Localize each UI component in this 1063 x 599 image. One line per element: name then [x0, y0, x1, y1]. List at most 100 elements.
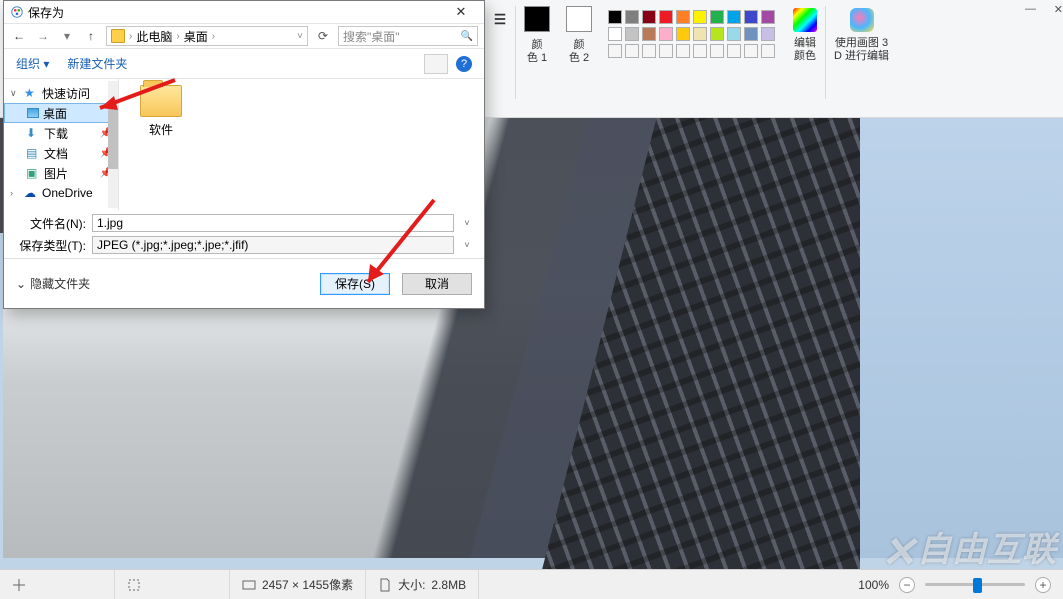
- file-item-folder[interactable]: 软件: [125, 85, 197, 138]
- tree-onedrive[interactable]: › ☁ OneDrive: [4, 183, 118, 203]
- color-swatch[interactable]: [642, 44, 656, 58]
- view-mode-button[interactable]: [424, 54, 448, 74]
- pc-icon: [111, 29, 125, 43]
- paint-app-window: — ✕ 颜 色 1 颜 色 2 编辑 颜色 使用画图 3 D 进行编辑 颜色: [0, 0, 1063, 599]
- zoom-slider[interactable]: [925, 583, 1025, 586]
- color-swatch[interactable]: [608, 10, 622, 24]
- color-swatch[interactable]: [744, 10, 758, 24]
- color-swatch[interactable]: [642, 10, 656, 24]
- nav-recent-button[interactable]: ▾: [58, 27, 76, 45]
- color-swatch[interactable]: [710, 44, 724, 58]
- chevron-down-icon: ⌄: [16, 277, 26, 291]
- zoom-in-button[interactable]: +: [1035, 577, 1051, 593]
- close-icon[interactable]: ✕: [1054, 3, 1063, 16]
- address-bar: ← → ▾ ↑ › 此电脑 › 桌面 › ˅ ⟳ 搜索"桌面" 🔍: [4, 23, 484, 49]
- color-swatch[interactable]: [693, 44, 707, 58]
- scrollbar-thumb[interactable]: [108, 109, 118, 169]
- color-swatch[interactable]: [761, 44, 775, 58]
- tree-pictures[interactable]: ▣ 图片 📌: [4, 163, 118, 183]
- save-button[interactable]: 保存(S): [320, 273, 390, 295]
- tree-documents[interactable]: ▤ 文档 📌: [4, 143, 118, 163]
- color-swatch[interactable]: [761, 27, 775, 41]
- zoom-out-button[interactable]: −: [899, 577, 915, 593]
- color-1-selector[interactable]: 颜 色 1: [516, 0, 558, 117]
- filename-dropdown-icon[interactable]: ˅: [460, 218, 474, 228]
- onedrive-icon: ☁: [24, 186, 38, 200]
- color-swatch[interactable]: [625, 10, 639, 24]
- zoom-thumb[interactable]: [973, 578, 982, 593]
- dialog-close-button[interactable]: ✕: [444, 1, 478, 23]
- minimize-icon[interactable]: —: [1025, 3, 1036, 15]
- star-icon: ★: [24, 86, 38, 100]
- crumb-desktop[interactable]: 桌面: [184, 28, 208, 45]
- color-swatch[interactable]: [761, 10, 775, 24]
- color-swatch[interactable]: [727, 27, 741, 41]
- dialog-body: ∨ ★ 快速访问 桌面 ⬇ 下载 📌 ▤ 文档 📌: [4, 79, 484, 210]
- color-swatch[interactable]: [710, 27, 724, 41]
- breadcrumb[interactable]: › 此电脑 › 桌面 › ˅: [106, 26, 308, 46]
- nav-tree: ∨ ★ 快速访问 桌面 ⬇ 下载 📌 ▤ 文档 📌: [4, 79, 119, 210]
- folder-icon: [140, 85, 182, 117]
- organize-menu[interactable]: 组织 ▾: [16, 55, 49, 72]
- color-swatch[interactable]: [727, 44, 741, 58]
- help-icon[interactable]: ?: [456, 56, 472, 72]
- filename-input[interactable]: [92, 214, 454, 232]
- filetype-select[interactable]: [92, 236, 454, 254]
- tree-label: 图片: [44, 165, 68, 182]
- search-icon: 🔍: [461, 31, 473, 42]
- color-swatch[interactable]: [693, 27, 707, 41]
- color-swatch[interactable]: [608, 27, 622, 41]
- crumb-sep-icon: ›: [176, 31, 179, 42]
- dialog-title: 保存为: [28, 4, 64, 21]
- color-swatch[interactable]: [625, 44, 639, 58]
- color-grid[interactable]: [608, 10, 777, 60]
- color-swatch[interactable]: [727, 10, 741, 24]
- crumb-sep-icon: ›: [212, 31, 215, 42]
- color-swatch[interactable]: [710, 10, 724, 24]
- file-name-label: 软件: [149, 121, 173, 138]
- color-swatch[interactable]: [676, 10, 690, 24]
- tree-downloads[interactable]: ⬇ 下载 📌: [4, 123, 118, 143]
- color-swatch[interactable]: [625, 27, 639, 41]
- crumb-pc[interactable]: 此电脑: [136, 28, 172, 45]
- color-swatch[interactable]: [659, 10, 673, 24]
- file-list[interactable]: 软件: [119, 79, 484, 210]
- color-2-selector[interactable]: 颜 色 2: [558, 0, 600, 117]
- refresh-button[interactable]: ⟳: [314, 29, 332, 43]
- color-swatch[interactable]: [659, 44, 673, 58]
- filetype-label: 保存类型(T):: [14, 237, 86, 254]
- color-swatch[interactable]: [608, 44, 622, 58]
- nav-forward-button[interactable]: →: [34, 27, 52, 45]
- color-swatch[interactable]: [659, 27, 673, 41]
- nav-up-button[interactable]: ↑: [82, 27, 100, 45]
- color-2-swatch: [566, 6, 592, 32]
- status-bar: 2457 × 1455像素 大小: 2.8MB 100% − +: [0, 569, 1063, 599]
- edit-colors-button[interactable]: 编辑 颜色: [785, 0, 825, 117]
- lines-icon: [493, 12, 507, 26]
- search-placeholder: 搜索"桌面": [343, 28, 400, 45]
- document-icon: ▤: [26, 146, 40, 160]
- dialog-titlebar[interactable]: 保存为 ✕: [4, 1, 484, 23]
- tree-quick-access[interactable]: ∨ ★ 快速访问: [4, 83, 118, 103]
- crumb-dropdown-icon[interactable]: ˅: [297, 31, 303, 42]
- search-input[interactable]: 搜索"桌面" 🔍: [338, 26, 478, 46]
- tree-desktop[interactable]: 桌面: [4, 103, 118, 123]
- app-window-controls: — ✕: [1019, 0, 1063, 18]
- nav-back-button[interactable]: ←: [10, 27, 28, 45]
- hide-folders-toggle[interactable]: ⌄ 隐藏文件夹: [16, 275, 90, 292]
- color-swatch[interactable]: [744, 27, 758, 41]
- new-folder-button[interactable]: 新建文件夹: [67, 55, 127, 72]
- color-swatch[interactable]: [642, 27, 656, 41]
- color-swatch[interactable]: [676, 27, 690, 41]
- color-swatch[interactable]: [693, 10, 707, 24]
- color-2-label: 颜 色 2: [569, 39, 589, 65]
- paint-3d-button[interactable]: 使用画图 3 D 进行编辑: [826, 0, 897, 117]
- color-swatch[interactable]: [676, 44, 690, 58]
- cancel-button[interactable]: 取消: [402, 273, 472, 295]
- tree-scrollbar[interactable]: [108, 81, 118, 208]
- edit-colors-label: 编辑 颜色: [794, 37, 816, 63]
- filetype-dropdown-icon[interactable]: ˅: [460, 240, 474, 250]
- color-swatch[interactable]: [744, 44, 758, 58]
- ribbon-lines-btn[interactable]: [485, 0, 515, 117]
- tree-label: 快速访问: [42, 85, 90, 102]
